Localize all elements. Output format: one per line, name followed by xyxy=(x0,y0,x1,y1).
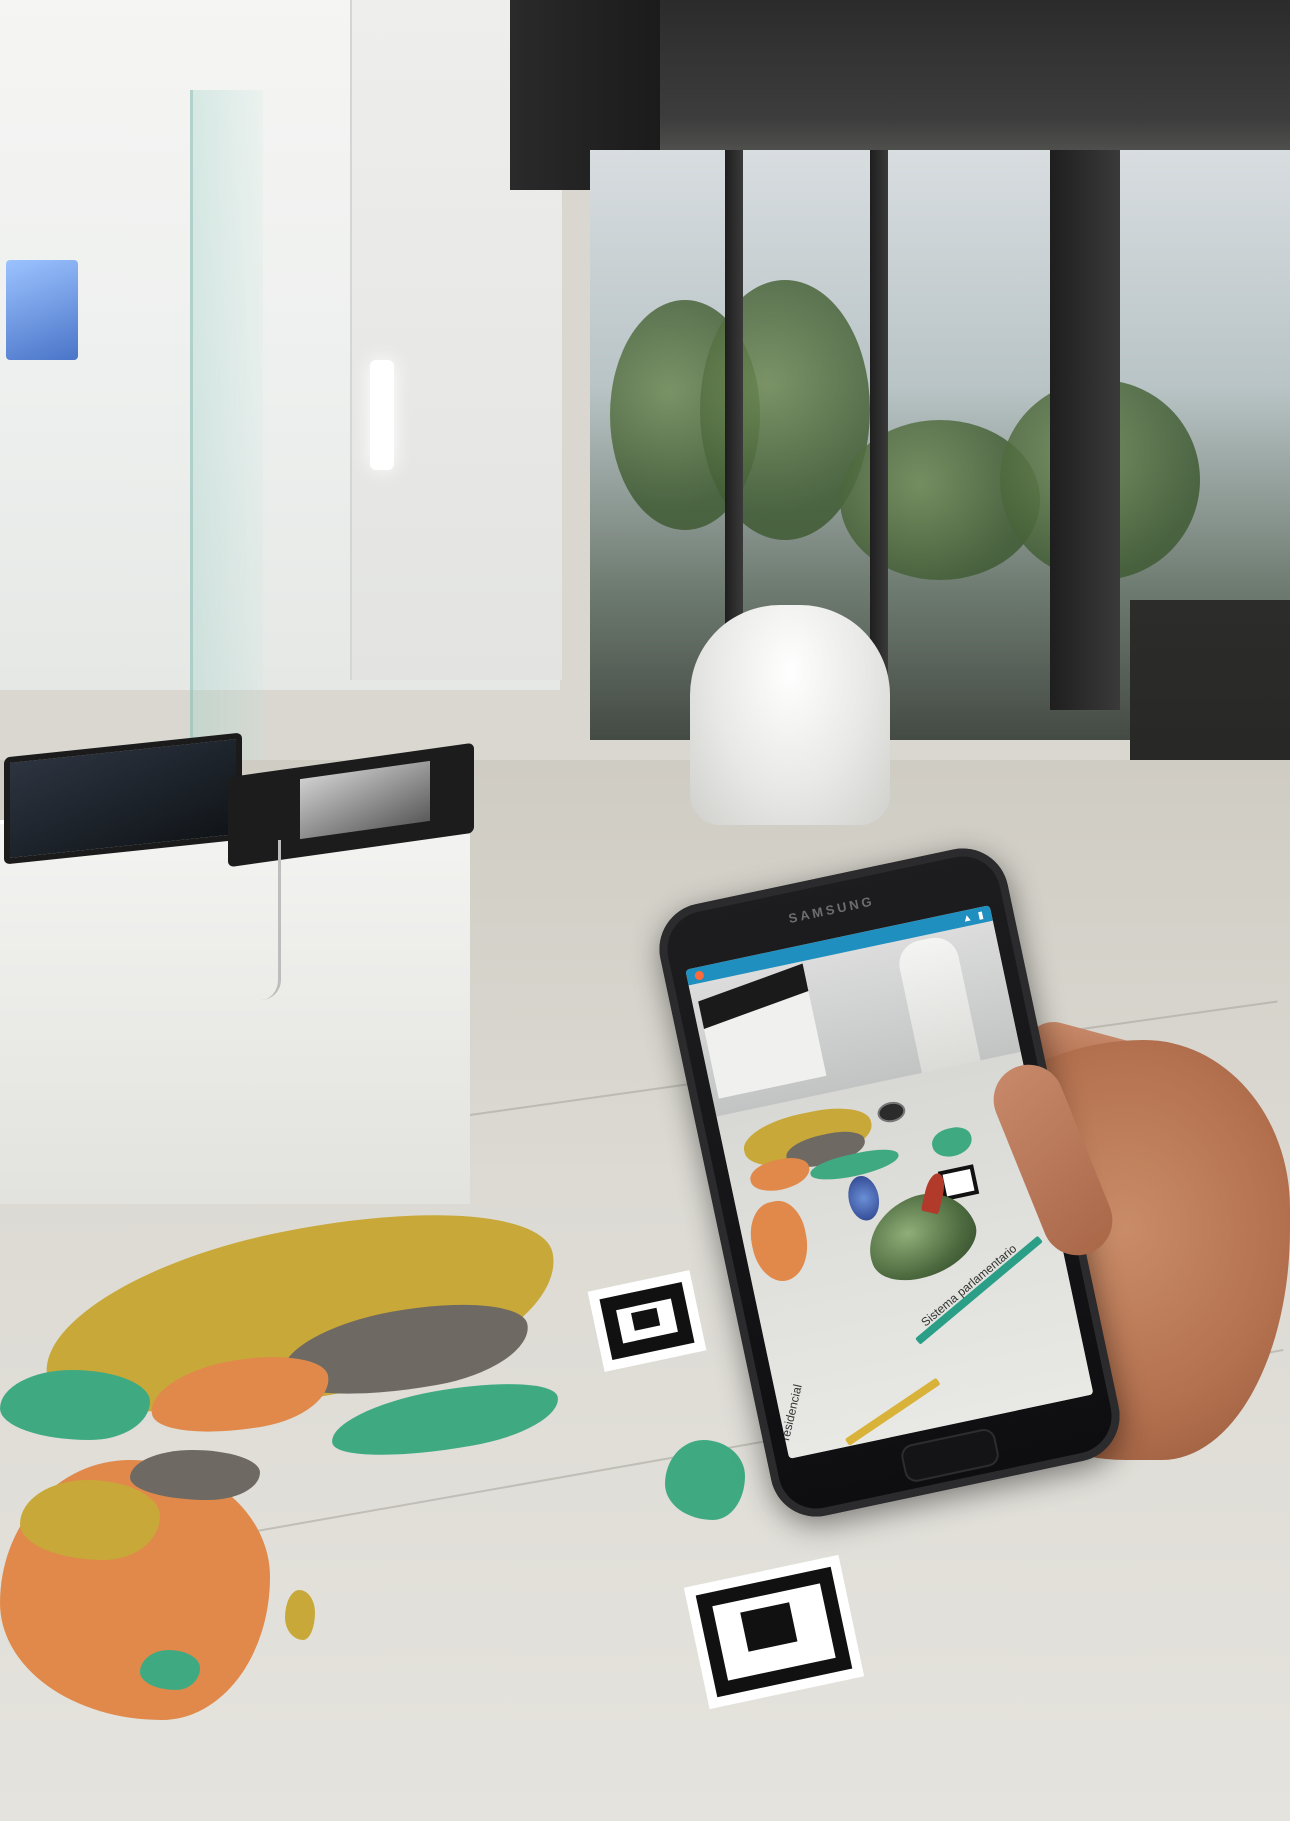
map-region-madagascar xyxy=(285,1590,315,1640)
notification-dot xyxy=(693,970,705,981)
ceiling xyxy=(640,0,1290,170)
window-mullion xyxy=(870,150,888,710)
home-button[interactable] xyxy=(899,1426,1001,1484)
signal-icon: ▲ xyxy=(961,911,974,925)
wall-light xyxy=(370,360,394,470)
map-region-north-africa xyxy=(20,1480,160,1560)
map-region-middle-east xyxy=(0,1370,150,1440)
map-region-australia xyxy=(665,1440,745,1520)
window-mullion xyxy=(1050,150,1120,710)
exhibit-kiosk xyxy=(0,820,470,1204)
photo-scene: SAMSUNG ▲ ▮ Sistema parlamentario reside… xyxy=(0,0,1290,1821)
kiosk-cable xyxy=(250,840,281,1000)
white-statue xyxy=(690,605,890,825)
wall-display xyxy=(6,260,78,360)
glass-door xyxy=(190,90,263,790)
battery-icon: ▮ xyxy=(976,909,985,922)
map-region-south-africa xyxy=(140,1650,200,1690)
map-region-gray xyxy=(130,1450,260,1500)
